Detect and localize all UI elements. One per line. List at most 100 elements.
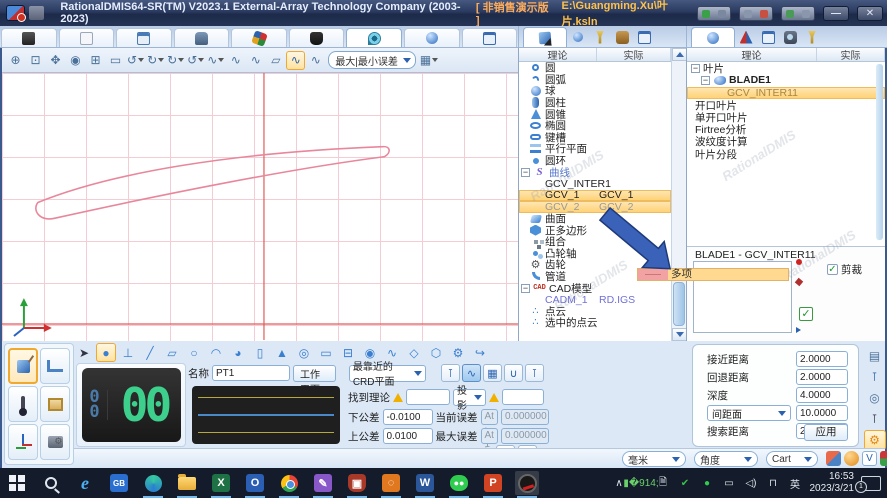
pan-icon[interactable]: ✥ — [46, 51, 65, 70]
tree-item-cadm1[interactable]: CADM_1RD.IGS — [519, 294, 671, 306]
scroll-down-icon[interactable] — [672, 328, 686, 341]
close-button[interactable]: ✕ — [857, 6, 883, 21]
tab-probe[interactable] — [174, 28, 230, 47]
mid-tab-material[interactable] — [611, 28, 633, 46]
tree-item-cylinder[interactable]: 圆柱 — [519, 97, 671, 109]
probe-blue-icon[interactable]: ⊺ — [864, 367, 886, 387]
magnifier-icon[interactable]: ◎ — [864, 388, 886, 408]
tray-shield-icon[interactable]: ✔ — [678, 477, 693, 490]
taskbar-clock[interactable]: 16:53 2023/3/21 — [810, 471, 855, 495]
tab-eye[interactable] — [404, 28, 460, 47]
mid-tab-solid[interactable] — [523, 27, 567, 47]
dialog-icon[interactable]: ▭ — [106, 51, 125, 70]
rotate-free-icon[interactable]: ↺ — [186, 51, 205, 70]
tree-item-blade-root[interactable]: 叶片 — [687, 62, 885, 74]
taskbar-chrome[interactable] — [277, 471, 301, 495]
taskbar-outlook[interactable]: O — [243, 471, 267, 495]
taskbar-edge[interactable] — [141, 471, 165, 495]
polygon-icon[interactable]: ⬡ — [426, 343, 446, 362]
right-tab-camera[interactable] — [779, 28, 801, 46]
point-icon[interactable]: ● — [96, 343, 116, 362]
approach-input[interactable] — [796, 351, 848, 367]
rotate-right-icon[interactable]: ↻ — [146, 51, 165, 70]
tree-item-circle[interactable]: 圆 — [519, 62, 671, 74]
coordinate-button[interactable] — [8, 424, 38, 460]
angle-select[interactable]: 角度 — [694, 451, 758, 467]
column-actual[interactable]: 实际 — [597, 48, 671, 61]
taskbar-powerpoint[interactable]: P — [481, 471, 505, 495]
tab-grid[interactable] — [116, 28, 172, 47]
fixture-button[interactable] — [40, 386, 70, 422]
curve-tail-icon[interactable]: ∿ — [306, 51, 325, 70]
stamp-icon[interactable]: ▤ — [864, 346, 886, 366]
titlebar-menu-icon[interactable] — [29, 6, 44, 20]
tab-view[interactable] — [346, 28, 402, 47]
taskbar-gb-app[interactable]: GB — [107, 471, 131, 495]
cone-icon[interactable]: ▲ — [272, 343, 292, 362]
tray-volume-icon[interactable]: ◁) — [744, 477, 759, 490]
plane-icon[interactable]: ▱ — [162, 343, 182, 362]
column-theory[interactable]: 理论 — [519, 48, 597, 61]
taskbar-security-app[interactable]: ▣ — [345, 471, 369, 495]
taskbar-excel[interactable]: X — [209, 471, 233, 495]
mid-tab-table[interactable] — [633, 28, 655, 46]
tree-item-blade-segment[interactable]: 叶片分段 — [687, 148, 885, 160]
tree-item-blade1[interactable]: BLADE1 — [687, 74, 885, 86]
tree-item-gcv-inter1[interactable]: GCV_INTER1 — [519, 178, 671, 190]
grid-status-icon[interactable] — [880, 451, 887, 466]
settings-gear-icon[interactable]: ⚙ — [864, 430, 886, 450]
taskbar-doc-viewer[interactable]: ◌ — [379, 471, 403, 495]
tray-wechat-icon[interactable]: ● — [700, 477, 715, 490]
name-input[interactable] — [212, 365, 290, 381]
collapse-icon[interactable] — [691, 64, 700, 73]
tree-item-parallel-planes[interactable]: 平行平面 — [519, 143, 671, 155]
plot-status-icon[interactable] — [826, 451, 841, 466]
slot-icon[interactable]: ▭ — [316, 343, 336, 362]
projection-select[interactable]: 投影 — [453, 389, 486, 406]
tray-gamebar-icon[interactable]: ▮�914; — [634, 477, 649, 490]
error-mode-select[interactable]: 最大|最小误差 — [328, 51, 416, 69]
right-tab-flag[interactable] — [801, 28, 823, 46]
calculator-tab[interactable]: ▦ — [483, 364, 502, 382]
tab-flask[interactable] — [289, 28, 345, 47]
units-select[interactable]: 毫米 — [622, 451, 686, 467]
plane-mode-select[interactable]: 最靠近的CRD平面 — [349, 365, 426, 382]
checkbox-checked-icon[interactable] — [827, 264, 838, 275]
probe-button[interactable] — [8, 386, 38, 422]
tree-item-cad-model[interactable]: CAD模型 — [519, 282, 671, 294]
tab-monitor[interactable] — [462, 28, 518, 47]
taskbar-word[interactable]: W — [413, 471, 437, 495]
view-eye-icon[interactable]: ◉ — [66, 51, 85, 70]
coord-select[interactable]: Cart — [766, 451, 818, 467]
arc-icon[interactable]: ◠ — [206, 343, 226, 362]
tree-item-ellipse[interactable]: 椭圆 — [519, 120, 671, 132]
measure-element-button[interactable] — [8, 348, 38, 384]
confirm-icon[interactable] — [799, 307, 813, 321]
taskbar-wechat[interactable]: ●● — [447, 471, 471, 495]
caliper-button[interactable] — [40, 348, 70, 384]
probe-dark-icon[interactable]: ⊺ — [864, 409, 886, 429]
titlebar-tool-group-2[interactable] — [739, 6, 773, 21]
notification-center-icon[interactable] — [861, 476, 881, 491]
right-tab-grid[interactable] — [757, 28, 779, 46]
tree-item-cone[interactable]: 圆锥 — [519, 108, 671, 120]
right-scrollbar[interactable] — [876, 64, 883, 240]
find-theory-input[interactable] — [406, 389, 450, 405]
pipe-icon[interactable]: ↪ — [470, 343, 490, 362]
collapse-icon[interactable] — [521, 168, 530, 177]
tree-item-sphere[interactable]: 球 — [519, 85, 671, 97]
upper-tol-input[interactable] — [383, 428, 433, 444]
column-actual[interactable]: 实际 — [817, 48, 885, 61]
ime-indicator[interactable]: 英 — [788, 477, 803, 490]
lower-tol-input[interactable] — [383, 409, 433, 425]
retract-input[interactable] — [796, 369, 848, 385]
tab-print[interactable] — [1, 28, 57, 47]
line-icon[interactable]: ╱ — [140, 343, 160, 362]
titlebar-tool-group-3[interactable] — [781, 6, 815, 21]
projection-input[interactable] — [502, 389, 544, 405]
rotate-normal-icon[interactable]: ↻ — [166, 51, 185, 70]
mid-tab-ytool[interactable] — [589, 28, 611, 46]
pick-tool-icon[interactable]: ➤ — [74, 343, 94, 362]
probe2-view-tab[interactable]: ⊺ — [525, 364, 544, 382]
taskbar-explorer[interactable] — [175, 471, 199, 495]
